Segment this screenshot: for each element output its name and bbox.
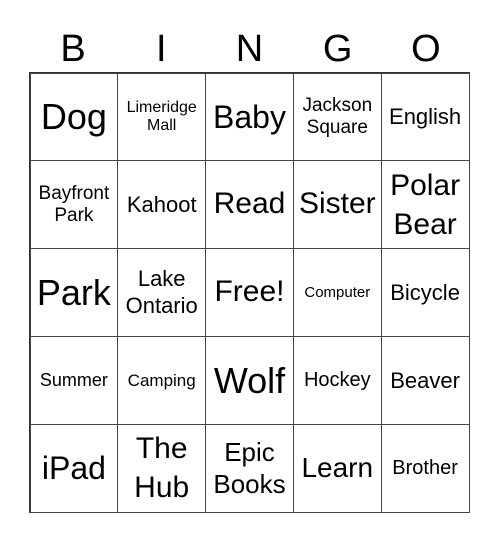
- bingo-cell: Polar Bear: [380, 160, 470, 250]
- bingo-cell: Jackson Square: [292, 72, 382, 162]
- bingo-cell: Computer: [292, 248, 382, 337]
- bingo-cell: The Hub: [117, 423, 207, 513]
- bingo-cell: English: [380, 72, 470, 162]
- bingo-cell: Sister: [292, 160, 382, 250]
- bingo-cell: Bayfront Park: [29, 160, 119, 250]
- bingo-cell: Camping: [117, 335, 207, 425]
- bingo-cell: Kahoot: [117, 160, 207, 250]
- header-letter: I: [156, 28, 167, 70]
- bingo-cell: Beaver: [380, 335, 470, 425]
- bingo-cell: Limeridge Mall: [117, 72, 207, 162]
- header-letter: B: [60, 28, 86, 70]
- bingo-cell: Summer: [29, 335, 119, 425]
- bingo-cell: Learn: [292, 423, 382, 513]
- bingo-cell: Epic Books: [205, 423, 294, 513]
- bingo-cell: Lake Ontario: [117, 248, 207, 337]
- bingo-cell: Park: [29, 248, 119, 337]
- bingo-cell: Baby: [205, 72, 294, 162]
- bingo-cell: Read: [205, 160, 294, 250]
- header-letter: O: [411, 28, 441, 70]
- bingo-grid: Dog Limeridge Mall Baby Jackson Square E…: [29, 72, 470, 513]
- bingo-cell: Bicycle: [380, 248, 470, 337]
- bingo-header: B I N G O: [29, 26, 470, 72]
- header-letter: N: [235, 28, 264, 70]
- bingo-cell: Brother: [380, 423, 470, 513]
- bingo-cell: iPad: [29, 423, 119, 513]
- bingo-cell: Dog: [29, 72, 119, 162]
- bingo-cell: Wolf: [205, 335, 294, 425]
- bingo-cell: Hockey: [292, 335, 382, 425]
- bingo-cell: Free!: [205, 248, 294, 337]
- header-letter: G: [322, 28, 353, 70]
